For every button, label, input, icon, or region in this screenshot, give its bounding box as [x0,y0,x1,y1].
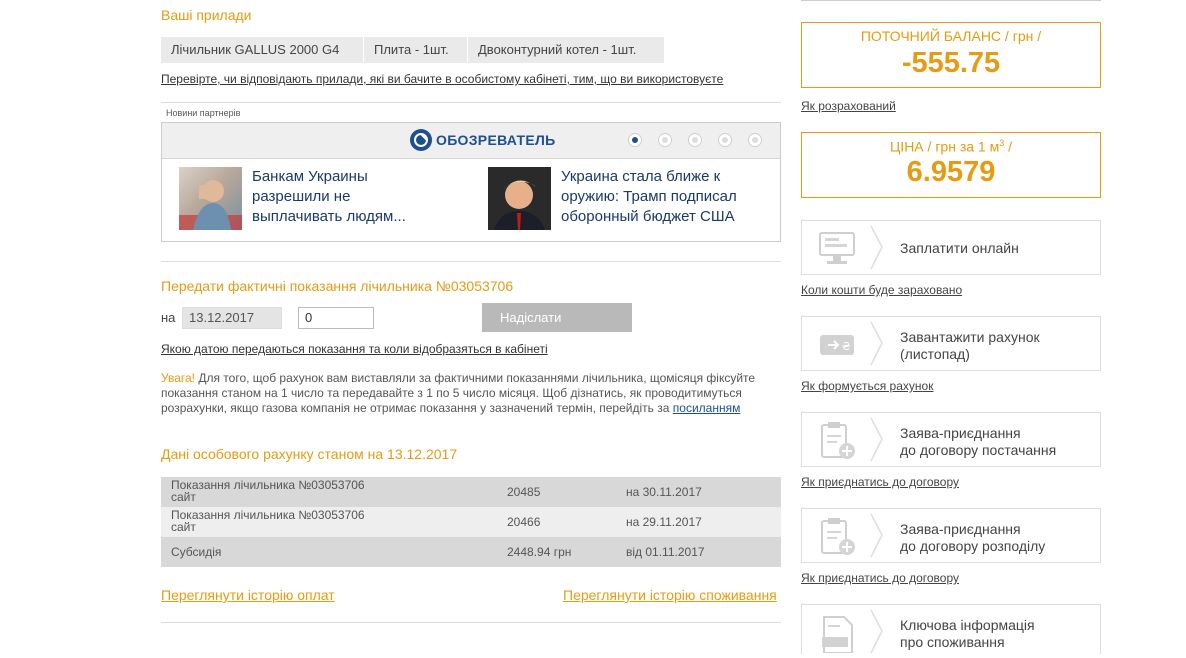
balance-box: ПОТОЧНИЙ БАЛАНС / грн / -555.75 [801,22,1101,88]
warning-link[interactable]: посиланням [673,401,741,415]
service-label: Завантажити рахунок (листопад) [900,329,1040,362]
news-header: ОБОЗРЕВАТЕЛЬ [162,123,780,159]
row-label: Показання лічильника №03053706 сайт [171,478,365,504]
chevron-separator-icon [870,417,883,462]
send-button[interactable]: Надіслати [482,303,632,332]
svg-text:₴: ₴ [842,340,851,353]
distribution-contract-link[interactable]: Як приєднатись до договору [801,571,959,585]
price-box: ЦІНА / грн за 1 м3 / 6.9579 [801,132,1101,198]
consumption-history-link[interactable]: Переглянути історію споживання [563,587,777,603]
price-label: ЦІНА / грн за 1 м3 / [889,138,1013,155]
news-widget: ОБОЗРЕВАТЕЛЬ Банкам Украины разрешили не… [161,122,781,242]
row-value: 20485 [507,485,541,499]
invoice-formation-link[interactable]: Як формується рахунок [801,379,933,393]
distribution-contract-button[interactable]: Заява-приєднання до договору розподілу [801,508,1101,563]
row-value: 20466 [507,515,541,529]
date-on-label: на [161,310,176,325]
divider [161,102,781,103]
clipboard-add-icon [814,421,860,459]
news-label: Новини партнерів [166,108,241,118]
devices-check-link[interactable]: Перевірте, чи відповідають прилади, які … [161,72,723,86]
row-label: Субсидія [171,545,222,559]
divider [161,622,781,623]
chevron-separator-icon [870,321,883,366]
row-date: на 29.11.2017 [626,515,702,529]
meter-title: Передати фактичні показання лічильника №… [161,278,514,294]
news-image-2[interactable] [488,167,551,230]
pay-online-button[interactable]: Заплатити онлайн [801,220,1101,275]
balance-value: -555.75 [901,47,1001,79]
carousel-dot-3[interactable] [688,133,702,147]
chevron-separator-icon [870,513,883,558]
key-info-button[interactable]: Ключова інформація про споживання [801,604,1101,654]
device-stove: Плита - 1шт. [364,37,467,63]
row-label: Показання лічильника №03053706 сайт [171,508,365,534]
obozrevatel-logo-icon [410,129,432,151]
chevron-separator-icon [870,609,883,654]
chevron-separator-icon [870,225,883,270]
payment-time-link[interactable]: Коли кошти буде зараховано [801,283,962,297]
price-value: 6.9579 [906,155,996,188]
row-date: від 01.11.2017 [626,545,705,559]
table-row: Показання лічильника №03053706 сайт 20466… [161,507,781,537]
reading-date-field[interactable]: 13.12.2017 [182,307,282,329]
balance-label: ПОТОЧНИЙ БАЛАНС / грн / [860,28,1042,44]
invoice-download-icon: ₴ [814,325,860,363]
divider [161,261,781,262]
document-icon [814,613,860,654]
warning-label: Увага! [161,371,195,385]
payments-history-link[interactable]: Переглянути історію оплат [161,587,335,603]
row-date: на 30.11.2017 [626,485,702,499]
clipboard-add-icon [814,517,860,555]
account-title: Дані особового рахунку станом на 13.12.2… [161,446,458,462]
table-row: Показання лічильника №03053706 сайт 20485… [161,477,781,507]
carousel-dot-4[interactable] [718,133,732,147]
carousel-dot-1[interactable] [628,133,642,147]
device-meter: Лічильник GALLUS 2000 G4 [161,37,363,63]
monitor-icon [814,229,860,267]
supply-contract-button[interactable]: Заява-приєднання до договору постачання [801,412,1101,467]
supply-contract-link[interactable]: Як приєднатись до договору [801,475,959,489]
news-title-1[interactable]: Банкам Украины разрешили не выплачивать … [252,167,422,227]
devices-title: Ваші прилади [161,7,252,23]
service-label: Заява-приєднання до договору розподілу [900,521,1046,554]
news-brand: ОБОЗРЕВАТЕЛЬ [436,132,556,148]
balance-calc-link[interactable]: Як розрахований [801,99,896,113]
divider [801,0,1101,1]
warning-text: Для того, щоб рахунок вам виставляли за … [161,371,756,415]
reading-info-link[interactable]: Якою датою передаються показання та коли… [161,342,548,356]
row-value: 2448.94 грн [507,545,572,559]
service-label: Заява-приєднання до договору постачання [900,425,1057,458]
carousel-dot-5[interactable] [748,133,762,147]
device-boiler: Двоконтурний котел - 1шт. [468,37,664,63]
news-image-1[interactable] [179,167,242,230]
warning-block: Увага! Для того, щоб рахунок вам виставл… [161,371,781,416]
service-label: Ключова інформація про споживання [900,617,1035,650]
table-row: Субсидія 2448.94 грн від 01.11.2017 [161,537,781,567]
carousel-dot-2[interactable] [658,133,672,147]
reading-value-input[interactable]: 0 [298,307,374,329]
service-label: Заплатити онлайн [900,240,1019,256]
news-title-2[interactable]: Украина стала ближе к оружию: Трамп подп… [561,167,761,227]
download-invoice-button[interactable]: ₴ Завантажити рахунок (листопад) [801,316,1101,371]
